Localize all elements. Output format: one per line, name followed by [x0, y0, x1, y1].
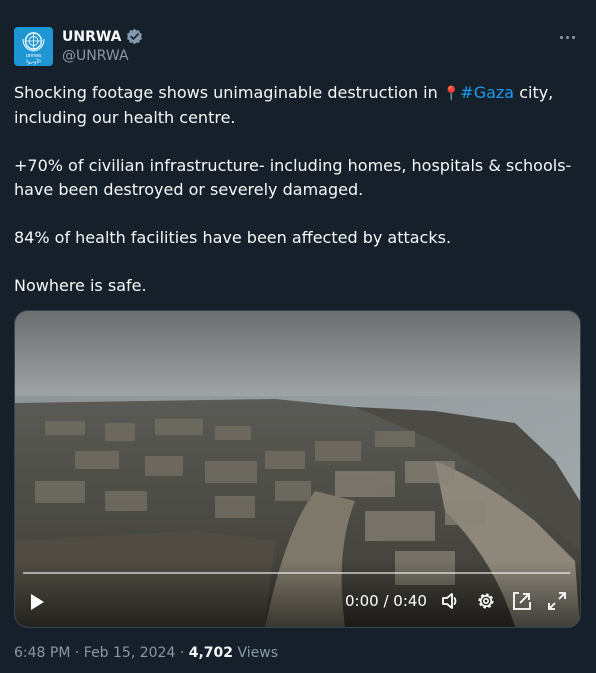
meta-separator: ·: [175, 645, 189, 661]
video-progress-bar[interactable]: [23, 572, 570, 574]
meta-separator: ·: [70, 645, 84, 661]
tweet-text-segment: Shocking footage shows unimaginable dest…: [14, 83, 443, 102]
video-player[interactable]: 0:00 / 0:40: [14, 310, 581, 628]
more-dot: [559, 35, 563, 39]
author-name-line: UNRWA: [62, 28, 143, 45]
video-time: 0:00 / 0:40: [345, 592, 427, 610]
tweet-time[interactable]: 6:48 PM: [14, 645, 70, 661]
tweet-text: Shocking footage shows unimaginable dest…: [14, 81, 574, 322]
more-options-icon[interactable]: [556, 29, 578, 45]
views-count: 4,702: [188, 645, 234, 661]
avatar[interactable]: unrwa الأونروا: [14, 27, 53, 66]
author-name[interactable]: UNRWA: [62, 29, 122, 45]
tweet-header: unrwa الأونروا UNRWA @UNRWA: [14, 27, 582, 69]
tweet-date[interactable]: Feb 15, 2024: [84, 645, 176, 661]
tweet-paragraph-1: Shocking footage shows unimaginable dest…: [14, 81, 574, 130]
views-label: Views: [237, 645, 279, 661]
author-handle[interactable]: @UNRWA: [62, 48, 129, 64]
verified-badge-icon[interactable]: [126, 28, 143, 45]
pin-icon: 📍: [442, 86, 461, 102]
tweet-paragraph-2: +70% of civilian infrastructure- includi…: [14, 156, 572, 199]
un-emblem-icon: unrwa الأونروا: [14, 27, 53, 66]
play-icon[interactable]: [29, 593, 45, 611]
hashtag-link[interactable]: #Gaza: [460, 83, 514, 102]
fullscreen-icon[interactable]: [547, 591, 567, 611]
picture-in-picture-icon[interactable]: [512, 591, 532, 611]
more-dot: [565, 35, 569, 39]
tweet-paragraph-4: Nowhere is safe.: [14, 276, 147, 295]
avatar-text-ar: الأونروا: [26, 58, 41, 65]
video-controls: 0:00 / 0:40: [15, 567, 580, 627]
tweet-meta: 6:48 PM · Feb 15, 2024 · 4,702 Views: [14, 645, 278, 661]
more-dot: [571, 35, 575, 39]
volume-icon[interactable]: [440, 591, 460, 611]
settings-icon[interactable]: [476, 591, 496, 611]
tweet-paragraph-3: 84% of health facilities have been affec…: [14, 228, 452, 247]
